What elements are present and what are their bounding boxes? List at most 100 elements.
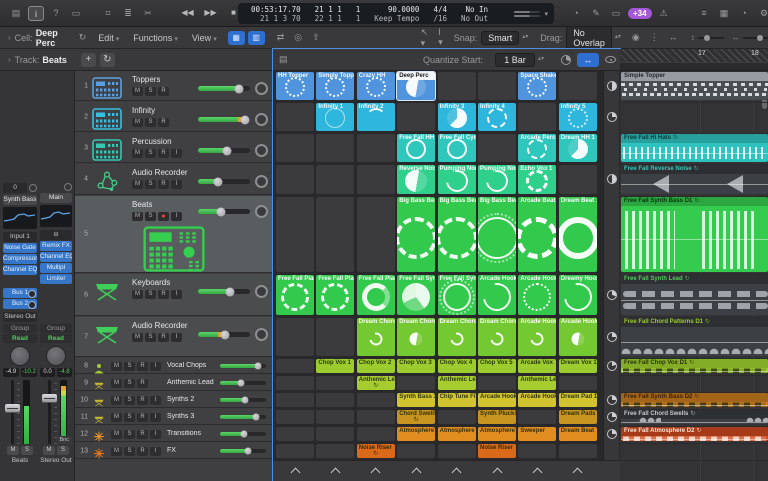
record-enable-button[interactable]: R (158, 180, 169, 189)
empty-cell-slot[interactable] (438, 410, 476, 424)
cell-anthemic-lead[interactable]: Anthemic Lead (438, 376, 476, 390)
editors-icon[interactable]: ✂ (140, 6, 156, 21)
empty-cell-slot[interactable] (478, 376, 516, 390)
solo-button[interactable]: S (124, 430, 135, 439)
volume-slider-knob[interactable] (213, 177, 222, 186)
quantize-start-menu[interactable]: 1 Bar ▴▾ (495, 53, 544, 67)
solo-button[interactable]: S (124, 362, 135, 371)
record-enable-button[interactable]: R (137, 413, 148, 422)
rewind-button[interactable]: ◀◀ (178, 5, 197, 21)
record-enable-button[interactable]: R (137, 430, 148, 439)
mute-button[interactable]: M (132, 290, 143, 299)
volume-slider-knob[interactable] (254, 363, 261, 370)
peak-value[interactable]: -4.8 (57, 368, 72, 377)
performance-mode-button[interactable]: ↔ (577, 53, 599, 67)
track-header-beats[interactable]: 5BeatsMS●I (75, 196, 273, 273)
empty-cell-slot[interactable] (518, 103, 556, 131)
region-free-fall-synth-lead[interactable]: Free Fall Synth Lead↻ (621, 275, 768, 315)
region-free-fall-atmosphere-d2[interactable]: Free Fall Atmosphere D2↻ (621, 427, 768, 441)
insert-remix-fx[interactable]: Remix FX (40, 241, 72, 251)
tracks-view-toggle[interactable]: ▥ (248, 31, 265, 45)
lcd-display[interactable]: 00:53:17.70 21 1 3 70 21 1 1 22 1 1 1 1 … (238, 3, 554, 24)
volume-slider[interactable] (198, 148, 250, 153)
input-monitor-button[interactable]: I (171, 149, 182, 158)
region-simple-topper[interactable]: Simple Topper (621, 72, 768, 100)
eq-thumbnail[interactable] (40, 205, 72, 227)
share-icon[interactable]: ⇧ (312, 32, 320, 43)
volume-slider[interactable] (198, 117, 250, 122)
record-enable-button[interactable]: R (158, 290, 169, 299)
empty-cell-slot[interactable] (518, 410, 556, 424)
cell-arcade-hook-2[interactable]: Arcade Hook 2 (518, 393, 556, 407)
empty-cell-slot[interactable] (276, 376, 314, 390)
input-monitor-button[interactable]: I (171, 333, 182, 342)
empty-cell-slot[interactable] (276, 197, 314, 272)
cell-free-fall-piano[interactable]: Free Fall Piano (316, 275, 354, 315)
cell-arcade-hook-2[interactable]: Arcade Hook 2 (518, 275, 556, 315)
cell-chop-vox-4[interactable]: Chop Vox 4 (438, 359, 476, 373)
cell-progress-icon[interactable] (607, 429, 617, 439)
empty-cell-slot[interactable] (357, 410, 395, 424)
track-header-synths-3[interactable]: 11MSRISynths 3 (75, 409, 273, 425)
empty-cell-slot[interactable] (357, 393, 395, 407)
output-slot[interactable]: Stereo Out (3, 312, 37, 322)
insert-channel-eq[interactable]: Channel EQ (3, 265, 37, 275)
cell-free-fall-hh[interactable]: Free Fall HH (397, 134, 435, 162)
browsers-icon[interactable]: ▦ (716, 6, 732, 21)
input-monitor-button[interactable]: I (171, 212, 182, 221)
hzoom-icon[interactable]: ↔ (669, 32, 678, 43)
solo-button[interactable]: S (145, 290, 156, 299)
volume-slider[interactable] (198, 209, 250, 214)
solo-button[interactable]: S (124, 396, 135, 405)
track-header-anthemic-lead[interactable]: 9MSRAnthemic Lead (75, 375, 273, 391)
collaboration-badge[interactable]: +34 (628, 8, 652, 19)
mute-button[interactable]: M (111, 362, 122, 371)
empty-cell-slot[interactable] (316, 134, 354, 162)
cell-infinity-5[interactable]: Infinity 5 (559, 103, 597, 131)
cell-dream-chord-1[interactable]: Dream Chord 1 (357, 318, 395, 356)
insert-compressor[interactable]: Compressor (3, 254, 37, 264)
master-display-icon[interactable]: ▭ (608, 6, 624, 21)
cell-free-fall-piano[interactable]: Free Fall Piano (357, 275, 395, 315)
pan-knob[interactable] (255, 113, 268, 126)
fader-track[interactable] (48, 380, 51, 444)
cell-big-bass-beat-1[interactable]: Big Bass Beat 1 (397, 197, 435, 272)
scene-trigger-8[interactable]: 8 (559, 463, 597, 480)
cell-chip-tune-fills[interactable]: Chip Tune Fills (438, 393, 476, 407)
cell-free-fall-cym[interactable]: Free Fall Cym (438, 134, 476, 162)
scene-trigger-7[interactable]: 7 (518, 463, 556, 480)
autozoom-icon[interactable]: ◉ (632, 32, 640, 43)
solo-button[interactable]: S (124, 447, 135, 456)
menu-edit[interactable]: Edit▾ (98, 33, 119, 43)
input-monitor-button[interactable]: I (150, 413, 161, 422)
region-free-fall-synth-bass-d1[interactable]: Free Fall Synth Bass D1↻ (621, 197, 768, 272)
bar-ruler[interactable]: 17 18 (620, 49, 768, 71)
track-header-transitions[interactable]: 12MSRITransitions (75, 426, 273, 442)
empty-cell-slot[interactable] (397, 376, 435, 390)
input-monitor-button[interactable]: I (150, 396, 161, 405)
pan-knob[interactable] (255, 205, 268, 218)
cell-free-fall-synth[interactable]: Free Fall Synth (438, 275, 476, 315)
mute-button[interactable]: M (111, 413, 122, 422)
mute-button[interactable]: M (111, 379, 122, 388)
track-header-vocal-chops[interactable]: 8MSRIVocal Chops (75, 358, 273, 374)
cell-atmosphere-2[interactable]: Atmosphere 2 (438, 427, 476, 441)
scene-trigger-1[interactable]: 1 (276, 463, 314, 480)
library-icon[interactable]: ▤ (8, 6, 24, 21)
cell-arcade-beat-1[interactable]: Arcade Beat 1 (518, 197, 556, 272)
automation-mode[interactable]: Read (40, 334, 72, 343)
horizontal-zoom-slider[interactable]: ↔ (732, 33, 768, 42)
secondary-tool-menu[interactable]: I ▾ (438, 27, 443, 48)
cell-disclosure-icon[interactable]: › (8, 33, 11, 42)
cell-dream-beat-1[interactable]: Dream Beat 1 (559, 197, 597, 272)
cell-crazy-hh[interactable]: Crazy HH (357, 72, 395, 100)
volume-slider[interactable] (220, 398, 266, 402)
input-monitor-button[interactable]: I (171, 180, 182, 189)
loop-browser-button[interactable]: ↻ (100, 53, 115, 67)
track-header-audio-recorder[interactable]: 7Audio RecorderMSRI (75, 317, 273, 357)
empty-cell-slot[interactable] (276, 427, 314, 441)
solo-button[interactable]: S (57, 446, 69, 455)
pointer-tool-menu[interactable]: ↖ ▾ (421, 27, 429, 49)
automation-mode[interactable]: Read (3, 334, 37, 343)
mute-button[interactable]: M (132, 180, 143, 189)
